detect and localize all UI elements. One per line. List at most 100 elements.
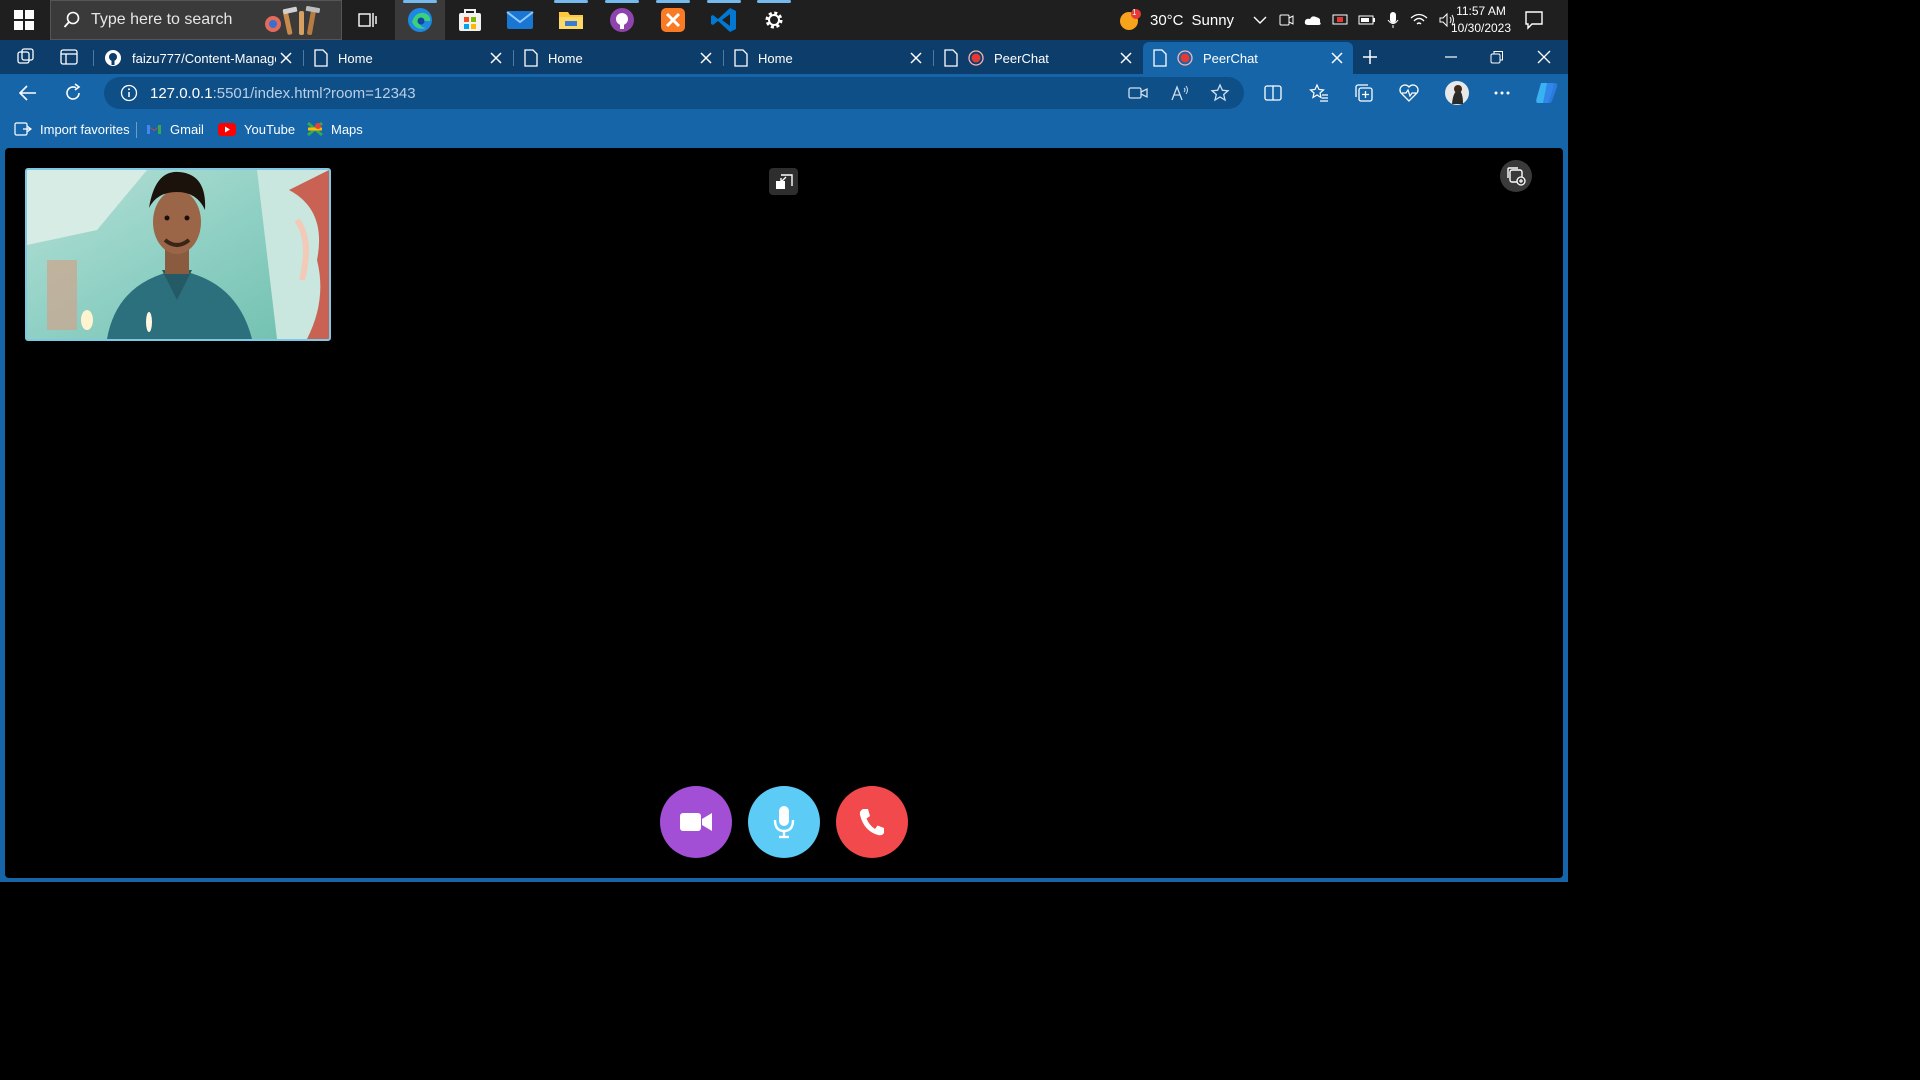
task-view-button[interactable] [343,0,393,40]
browser-essentials-button[interactable] [1397,81,1421,105]
split-screen-button[interactable] [1261,81,1285,105]
heart-pulse-icon [1399,84,1419,102]
tab-peerchat-active[interactable]: PeerChat [1143,42,1353,74]
tab-close-icon[interactable] [698,50,714,66]
fav-youtube[interactable]: YouTube [218,120,295,138]
url-path: :5501/index.html?room=12343 [212,84,416,102]
mail-icon [506,11,534,29]
meet-now-icon[interactable] [1278,12,1294,28]
running-indicator [554,0,588,3]
star-icon [1210,83,1230,102]
tab-label: PeerChat [994,50,1049,66]
refresh-button[interactable] [61,81,85,105]
weather-temp: 30°C [1150,11,1184,29]
taskbar-mail[interactable] [495,0,545,40]
tab-actions-button[interactable] [57,45,81,69]
windows-taskbar: Type here to search 1 30°C Sunny 11:57 A… [0,0,1568,40]
split-screen-icon [1264,85,1282,101]
show-hidden-icons-chevron-icon[interactable] [1252,12,1268,28]
more-dots-icon [1494,91,1510,95]
page-icon [734,49,748,67]
tab-close-icon[interactable] [278,50,294,66]
local-video-feed[interactable] [25,168,331,341]
profile-button[interactable] [1444,80,1470,106]
taskbar-edge[interactable] [395,0,445,40]
microsoft-store-icon [459,9,481,31]
tab-close-icon[interactable] [1118,50,1134,66]
taskbar-xampp[interactable] [648,0,698,40]
task-view-icon [358,13,377,27]
collections-icon [1355,84,1373,102]
browser-tab-strip: faizu777/Content-Manage Home Home Home P… [0,40,1568,74]
active-indicator [403,0,437,3]
taskbar-clock[interactable]: 11:57 AM 10/30/2023 [1444,3,1518,37]
restore-button[interactable] [1485,45,1509,69]
toggle-microphone-button[interactable] [748,786,820,858]
taskbar-store[interactable] [445,0,495,40]
taskbar-vscode[interactable] [699,0,749,40]
swap-video-button[interactable] [769,168,798,195]
system-tray [1252,0,1456,40]
github-icon [105,50,121,66]
display-icon[interactable] [1332,12,1348,28]
minimize-button[interactable] [1439,45,1463,69]
avatar [1445,81,1469,105]
camera-permission-button[interactable] [1126,81,1150,105]
webcam-person-image [27,170,329,339]
taskbar-file-explorer[interactable] [546,0,596,40]
read-aloud-icon [1171,85,1188,101]
page-viewport [0,146,1568,882]
tab-home-2[interactable]: Home [514,42,722,74]
minimize-icon [1445,56,1457,58]
site-info-icon[interactable] [120,84,138,102]
tab-github[interactable]: faizu777/Content-Manage [94,42,302,74]
tab-close-icon[interactable] [488,50,504,66]
tab-label: PeerChat [1203,50,1258,66]
tab-peerchat-1[interactable]: PeerChat [934,42,1142,74]
running-indicator [757,0,791,3]
notifications-button[interactable] [1524,0,1544,40]
start-button[interactable] [0,0,48,40]
address-bar[interactable]: 127.0.0.1:5501/index.html?room=12343 [104,77,1244,109]
close-window-button[interactable] [1532,45,1556,69]
hang-up-button[interactable] [836,786,908,858]
taskbar-settings[interactable] [749,0,799,40]
recording-icon [1177,50,1193,66]
taskbar-github-desktop[interactable] [597,0,647,40]
fav-gmail[interactable]: Gmail [146,120,204,138]
read-aloud-button[interactable] [1168,81,1192,105]
video-camera-icon [680,813,712,831]
back-button[interactable] [16,81,40,105]
wifi-icon[interactable] [1410,12,1428,28]
phone-icon [859,809,884,836]
microphone-tray-icon[interactable] [1386,11,1400,29]
search-icon [63,11,80,28]
new-tab-button[interactable] [1358,45,1382,69]
tab-close-icon[interactable] [1329,50,1345,66]
onedrive-icon[interactable] [1304,12,1322,28]
tab-label: faizu777/Content-Manage [132,50,276,66]
tab-home-3[interactable]: Home [724,42,932,74]
tab-label: Home [338,50,373,66]
taskbar-search-box[interactable]: Type here to search [50,0,342,40]
weather-widget[interactable]: 1 30°C Sunny [1118,0,1234,40]
extension-button[interactable] [1500,160,1532,192]
tab-home-1[interactable]: Home [304,42,512,74]
toggle-camera-button[interactable] [660,786,732,858]
swap-layout-icon [775,173,793,189]
favorite-star-button[interactable] [1208,81,1232,105]
battery-icon[interactable] [1358,12,1376,28]
fav-maps[interactable]: Maps [307,120,363,138]
copilot-icon [1536,83,1558,103]
fav-label: Maps [331,121,363,137]
maps-icon [307,121,323,137]
settings-more-button[interactable] [1490,81,1514,105]
workspaces-button[interactable] [14,45,38,69]
fav-import[interactable]: Import favorites [14,120,130,138]
collections-button[interactable] [1352,81,1376,105]
copilot-button[interactable] [1532,81,1560,105]
favorites-button[interactable] [1307,81,1331,105]
fav-label: Gmail [170,121,204,137]
running-indicator [707,0,741,3]
tab-close-icon[interactable] [908,50,924,66]
